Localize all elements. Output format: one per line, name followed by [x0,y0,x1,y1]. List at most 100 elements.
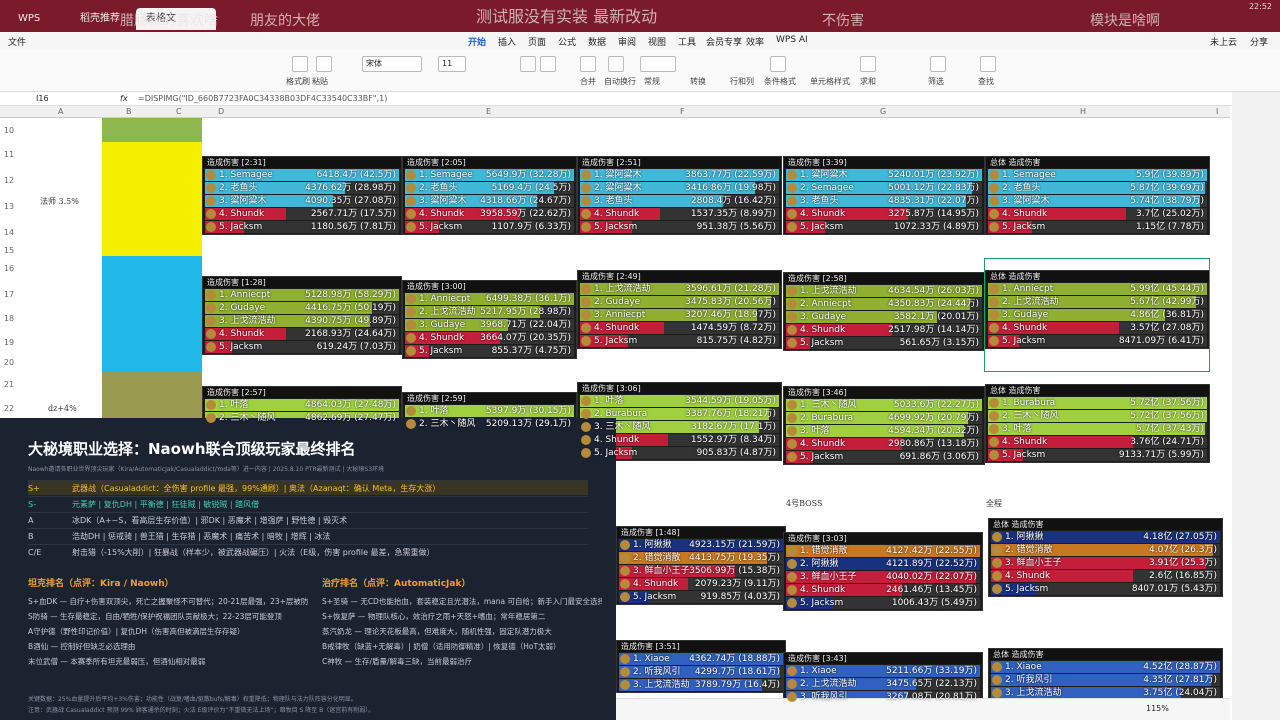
menu-member[interactable]: 会员专享 [706,35,742,48]
class-icon [581,323,591,333]
col-a[interactable]: A [58,107,63,116]
ribbon-label-filter: 筛选 [928,77,944,86]
player-name: 1. 叶落 [594,396,624,406]
class-color-cell[interactable] [102,372,202,418]
col-d[interactable]: D [218,107,224,116]
clock: 22:52 [1248,2,1272,11]
row-12[interactable]: 12 [0,176,18,185]
font-size-select[interactable]: 11 [438,56,466,72]
panel-row: 1. 粱阿粱木 3863.77万 (22.59万) [580,169,779,181]
panel-row: 4. Shundk 2980.86万 (13.18万) [786,438,982,450]
format-painter-icon[interactable] [292,56,308,72]
panel-row: 1. 错觉消散 4127.42万 (22.55万) [786,545,980,557]
damage-value: 4090.35万 (27.08万) [305,196,396,206]
class-icon [989,450,999,460]
col-h[interactable]: H [1080,107,1086,116]
find-icon[interactable] [980,56,996,72]
align-top-icon[interactable] [520,56,536,72]
font-name-select[interactable]: 宋体 [362,56,422,72]
class-icon [581,209,591,219]
ribbon-label-convert: 转换 [690,77,706,86]
row-17[interactable]: 17 [0,290,18,299]
col-c[interactable]: C [176,107,182,116]
class-color-cell[interactable] [102,142,202,256]
damage-value: 4864.03万 (27.48万) [305,400,396,410]
damage-value: 4634.54万 (26.03万) [888,286,979,296]
menu-page[interactable]: 页面 [528,35,546,48]
row-11[interactable]: 11 [0,150,18,159]
sum-icon[interactable] [860,56,876,72]
menu-tools[interactable]: 工具 [678,35,696,48]
player-name: 3. 叶落 [1002,424,1032,434]
menu-file[interactable]: 文件 [8,35,26,48]
menu-view[interactable]: 视图 [648,35,666,48]
damage-value: 9133.71万 (5.99万) [1118,450,1204,460]
conditional-format-icon[interactable] [770,56,786,72]
class-icon [406,307,416,317]
menu-formula[interactable]: 公式 [558,35,576,48]
paste-icon[interactable] [316,56,332,72]
damage-value: 4.18亿 (27.05万) [1143,532,1217,542]
panel-row: 5. Jacksm 815.75万 (4.82万) [580,335,779,347]
row-21[interactable]: 21 [0,380,18,389]
row-15[interactable]: 15 [0,246,18,255]
row-16[interactable]: 16 [0,264,18,273]
share-button[interactable]: 分享 [1250,35,1268,48]
class-icon [581,396,591,406]
class-icon [581,409,591,419]
tier-label: C/E [28,548,42,557]
class-color-cell[interactable] [102,118,202,142]
menu-efficiency[interactable]: 效率 [746,35,764,48]
tier-row: A 冰DK（A+~S，看高层生存价值）| 邪DK | 恶魔术 | 增强萨 | 野性… [28,512,588,527]
filter-icon[interactable] [930,56,946,72]
menu-data[interactable]: 数据 [588,35,606,48]
class-icon [620,579,630,589]
row-10[interactable]: 10 [0,126,18,135]
panel-row: 5. Jacksm 691.86万 (3.06万) [786,451,982,463]
class-icon [989,209,999,219]
col-b[interactable]: B [126,107,132,116]
col-g[interactable]: G [880,107,886,116]
panel-row: 1. Semagee 5.9亿 (39.89万) [988,169,1207,181]
card-footnote-2: 注意：武器战 Casualaddict 预测 99% 顾客通杀的时刻；火法 E级… [28,707,375,714]
class-icon [989,437,999,447]
merge-icon[interactable] [580,56,596,72]
class-icon [620,654,630,664]
panel-row: 4. Shundk 1552.97万 (8.34万) [580,434,779,446]
ranking-line: C神牧 — 生存/盾量/解毒三缺，当前最弱治疗 [322,657,473,666]
player-name: 3. 粱阿粱木 [219,196,267,206]
fx-icon[interactable]: fx [120,94,128,103]
number-format-select[interactable] [640,56,676,72]
damage-value: 4040.02万 (22.07万) [886,572,977,582]
panel-row: 4. Shundk 2079.23万 (9.11万) [619,578,783,590]
row-19[interactable]: 19 [0,338,18,347]
panel-row: 3. 叶落 5.7亿 (37.43万) [988,423,1207,435]
class-icon [206,183,216,193]
class-icon [581,284,591,294]
row-13[interactable]: 13 [0,202,18,211]
row-18[interactable]: 18 [0,314,18,323]
zoom-level[interactable]: 115% [1146,704,1169,713]
player-name: 2. 老鱼头 [419,183,458,193]
ribbon-label-painter: 格式刷 [286,77,310,86]
col-i[interactable]: I [1216,107,1218,116]
menu-wps-ai[interactable]: WPS AI [776,35,808,45]
ribbon-toolbar: 宋体 11 格式刷 粘贴 合并 自动换行 常规 转换 行和列 条件格式 单元格样… [0,50,1280,92]
row-20[interactable]: 20 [0,358,18,367]
menu-home[interactable]: 开始 [468,35,486,48]
col-f[interactable]: F [680,107,685,116]
class-color-cell[interactable] [102,256,202,372]
menu-review[interactable]: 审阅 [618,35,636,48]
formula-input[interactable]: =DISPIMG("ID_660B7723FA0C34338B03DF4C335… [138,94,387,103]
right-scroll-area[interactable] [1232,92,1280,720]
align-middle-icon[interactable] [540,56,556,72]
menu-insert[interactable]: 插入 [498,35,516,48]
tier-value: 浩劫DH | 惩戒骑 | 兽王猎 | 生存猎 | 恶魔术 | 痛苦术 | 暗牧 … [72,532,331,541]
user-status[interactable]: 未上云 [1210,35,1237,48]
cell-reference[interactable]: I16 [36,94,49,103]
wrap-text-icon[interactable] [608,56,624,72]
col-e[interactable]: E [486,107,491,116]
row-22[interactable]: 22 [0,404,18,413]
row-14[interactable]: 14 [0,228,18,237]
tab-wps-office[interactable]: WPS Office [8,8,66,46]
